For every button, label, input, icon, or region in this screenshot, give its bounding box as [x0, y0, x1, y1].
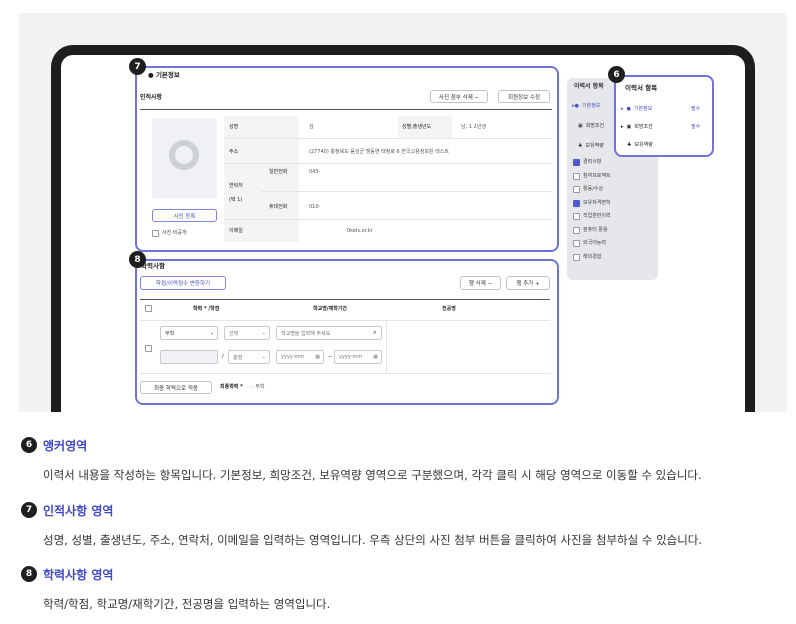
checklist-checkbox[interactable]: [573, 253, 580, 261]
desc-title-education: 학력사항 영역: [43, 568, 114, 582]
name-value[interactable]: 김: [309, 125, 314, 130]
anchor-item-skill[interactable]: ♣ 보유역량: [627, 141, 653, 149]
anchor-item-hope[interactable]: ▸ ▣ 희망조건: [621, 123, 653, 131]
anchor-item-basic[interactable]: ▸ ● 기본정보: [621, 105, 652, 113]
photo-attach-button[interactable]: 사진 첨부 삭제 −: [430, 90, 488, 103]
chevron-down-icon: ⌄: [209, 330, 214, 336]
user-icon: ●: [148, 71, 154, 79]
personal-subtitle: 인적사항: [140, 94, 163, 101]
photo-private-checkbox[interactable]: [152, 230, 159, 237]
basic-info-title: ● 기본정보: [148, 71, 180, 79]
side-item-skill[interactable]: ♣ 보유역량: [578, 142, 604, 150]
checklist-label: 외국어능력: [583, 240, 607, 246]
checklist-checkbox[interactable]: [573, 226, 580, 234]
checklist-label: 경력사항: [583, 159, 602, 165]
col-school: 학교명/재학기간: [313, 306, 348, 312]
checklist-checkbox[interactable]: [573, 199, 580, 207]
checklist-checkbox[interactable]: [573, 159, 580, 166]
row-checkbox[interactable]: [145, 345, 152, 352]
select-all-checkbox[interactable]: [145, 305, 152, 312]
laptop-frame: 7 ● 기본정보 인적사항 사진 첨부 삭제 − 회원정보 수정 사진 등록 사…: [51, 45, 755, 412]
clear-icon[interactable]: ×: [373, 330, 377, 336]
row-add-button[interactable]: 행 추가 +: [506, 276, 550, 290]
required-badge: 필수: [691, 124, 701, 130]
checklist-label: 보유자격면허: [583, 199, 611, 206]
name-label: 성명: [229, 124, 239, 130]
contact-sub-label: (택 1): [229, 197, 243, 203]
email-value[interactable]: 0kels.or.kr: [347, 229, 373, 234]
checklist-checkbox[interactable]: [573, 186, 580, 193]
badge-personal: 7: [129, 58, 146, 75]
side-item-hope[interactable]: ▣ 희망조건: [578, 122, 604, 130]
address-value[interactable]: (27740) 충청북도 음성군 맹동면 태정로 6 한국고용정보원 테스트: [309, 150, 449, 155]
checklist-label: 해외경험: [583, 253, 602, 260]
row-delete-button[interactable]: 행 삭제 −: [460, 276, 501, 290]
checklist-label: 참여프로젝트: [583, 172, 611, 179]
education-title: 학력사항: [141, 262, 165, 270]
desc-badge: 7: [21, 502, 37, 518]
calendar-icon[interactable]: ▦: [373, 354, 378, 360]
screenshot-area: 7 ● 기본정보 인적사항 사진 첨부 삭제 − 회원정보 수정 사진 등록 사…: [19, 13, 787, 412]
choice-select[interactable]: 선택 ⌄: [224, 326, 270, 340]
final-education-value: : 무학: [252, 384, 265, 390]
briefcase-icon: ▣: [626, 123, 632, 130]
photo-private-label: 사진 비공개: [162, 230, 187, 236]
mobile-value[interactable]: 010-: [309, 205, 320, 210]
desc-text-education: 학력/학점, 학교명/재학기간, 전공명을 입력하는 영역입니다.: [43, 597, 331, 611]
desc-title-personal: 인적사항 영역: [43, 504, 114, 518]
calendar-icon[interactable]: ▦: [315, 354, 320, 360]
phone-label: 일반전화: [269, 169, 288, 175]
required-badge: 필수: [691, 106, 701, 112]
address-label: 주소: [229, 149, 239, 155]
convert-score-button[interactable]: 학점/이력점수 변환하기: [140, 276, 226, 290]
school-input[interactable]: 학교명을 입력해 주세요. ×: [276, 326, 382, 340]
anchor-title: 이력서 항목: [625, 84, 658, 92]
desc-text-personal: 성명, 성별, 출생년도, 주소, 연락처, 이메일을 입력하는 영역입니다. …: [43, 533, 703, 547]
badge-anchor: 6: [608, 66, 625, 83]
arrow-icon: ▸: [621, 123, 624, 130]
member-edit-button[interactable]: 회원정보 수정: [498, 90, 550, 103]
start-date-input[interactable]: yyyy-mm ▦: [276, 350, 324, 364]
arrow-icon: ▸: [621, 105, 624, 112]
contact-label: 연락처: [229, 183, 243, 189]
desc-text-anchor: 이력서 내용을 작성하는 항목입니다. 기본정보, 희망조건, 보유역량 영역으…: [43, 468, 702, 482]
checklist-label: 컴퓨터 활용: [583, 226, 608, 233]
degree-select[interactable]: 무학 ⌄: [160, 326, 218, 340]
date-dash: −: [328, 354, 333, 360]
side-panel-title: 이력서 항목: [574, 83, 604, 90]
avatar-icon: [169, 140, 199, 170]
col-degree: 학력 * /학점: [193, 306, 220, 312]
slash-separator: /: [222, 354, 224, 360]
mobile-label: 휴대전화: [269, 204, 288, 210]
email-label: 이메일: [229, 228, 243, 234]
score-input[interactable]: [160, 350, 218, 364]
checklist-checkbox[interactable]: [573, 213, 580, 220]
chevron-down-icon: ⌄: [261, 330, 266, 336]
gender-value: 남, 1 2년생: [461, 124, 486, 130]
user-icon: ●: [626, 105, 631, 112]
side-item-basic[interactable]: ▸● 기본정보: [572, 102, 600, 110]
final-education-label: 최종학력 *: [220, 384, 243, 390]
desc-badge: 6: [21, 437, 37, 453]
laptop-screen: 7 ● 기본정보 인적사항 사진 첨부 삭제 − 회원정보 수정 사진 등록 사…: [61, 55, 745, 412]
checklist-label: 직업훈련이력: [583, 213, 611, 219]
desc-title-anchor: 앵커영역: [43, 439, 88, 453]
chevron-down-icon: ⌄: [261, 354, 266, 360]
checklist-checkbox[interactable]: [573, 240, 580, 247]
photo-placeholder: [152, 118, 217, 198]
col-major: 전공명: [442, 306, 456, 312]
phone-value[interactable]: 043-: [309, 170, 320, 175]
people-icon: ♣: [627, 141, 632, 148]
photo-register-button[interactable]: 사진 등록: [152, 209, 217, 222]
end-date-input[interactable]: yyyy-mm ▦: [334, 350, 382, 364]
score-select[interactable]: 총점 ⌄: [228, 350, 270, 364]
desc-badge: 8: [21, 566, 37, 582]
final-education-button[interactable]: 최종 학력으로 적용: [140, 381, 212, 394]
gender-label: 성별,출생년도: [402, 124, 432, 130]
checklist-checkbox[interactable]: [573, 172, 580, 180]
checklist-label: 활동/수상: [583, 186, 604, 192]
